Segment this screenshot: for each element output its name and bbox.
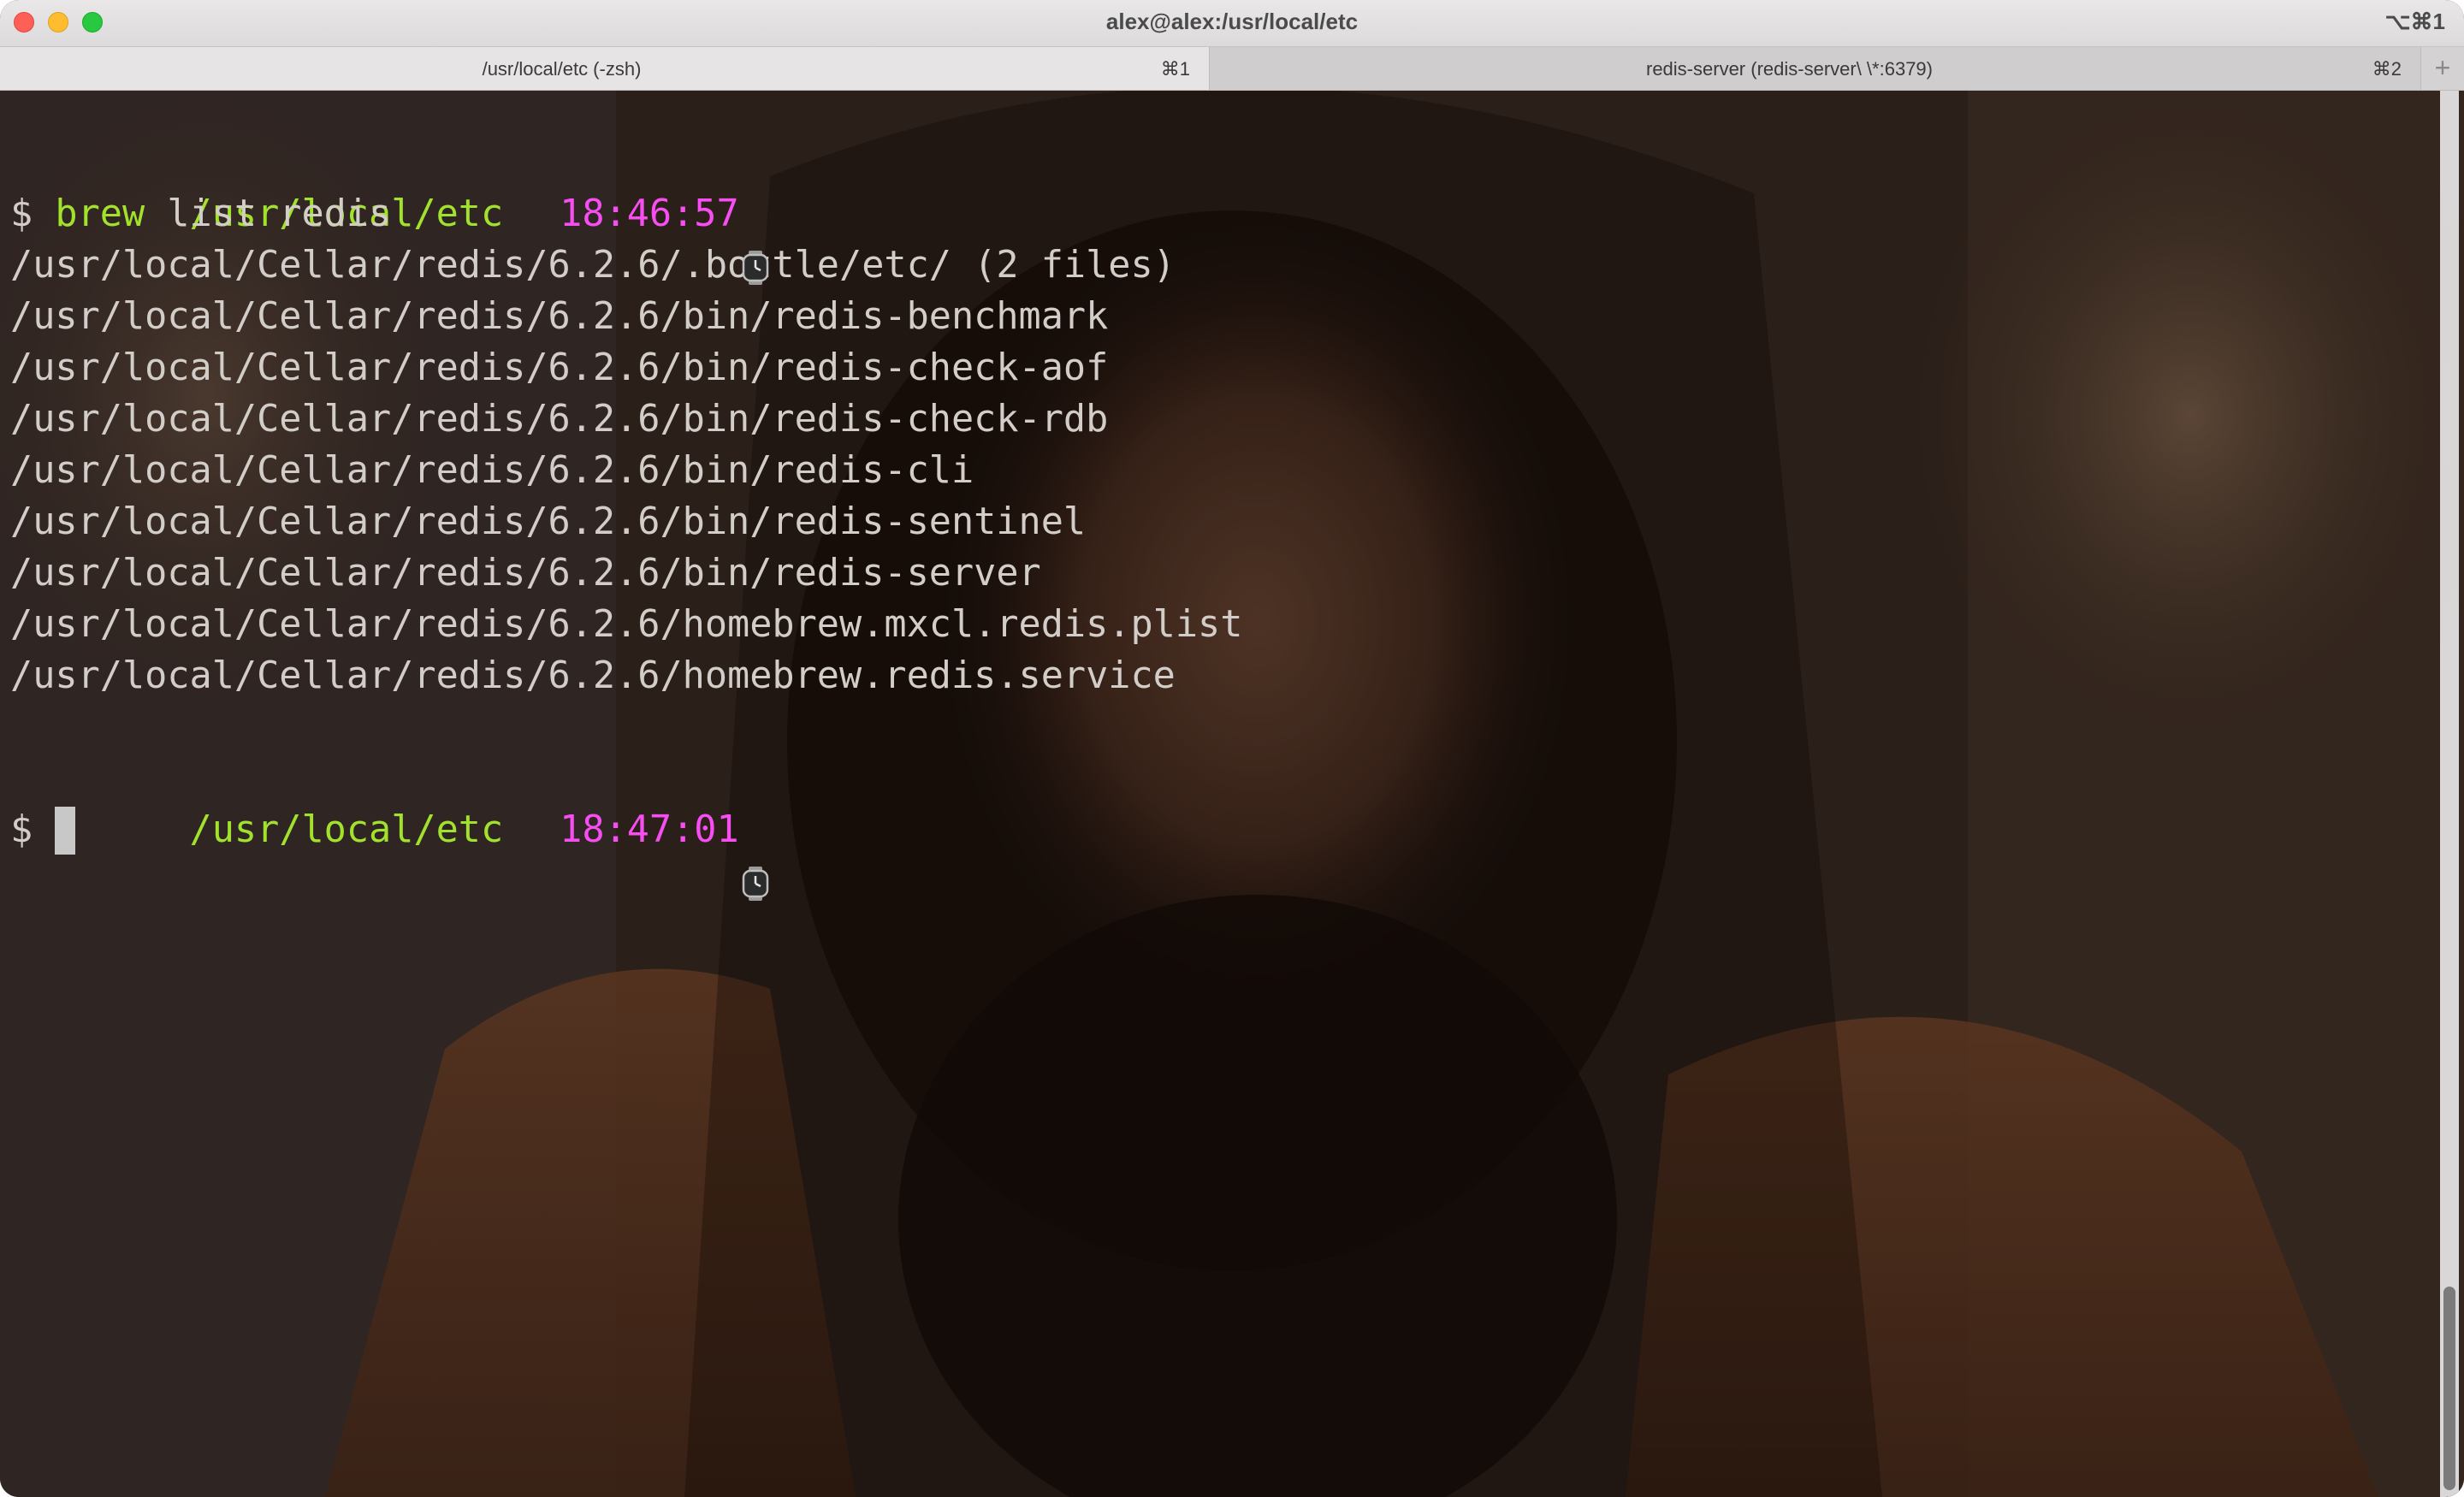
tab-redis-server[interactable]: redis-server (redis-server\ \*:6379) ⌘2: [1210, 47, 2421, 90]
terminal-lines: /usr/local/etc 18:46:57 $ brew list redi…: [10, 137, 1243, 901]
prompt-time: 18:47:01: [560, 808, 739, 851]
new-tab-button[interactable]: +: [2421, 47, 2464, 90]
title-bar[interactable]: alex@alex:/usr/local/etc ⌥⌘1: [0, 0, 2464, 47]
terminal-window: alex@alex:/usr/local/etc ⌥⌘1 /usr/local/…: [0, 0, 2464, 1497]
text-cursor: [55, 806, 76, 855]
prompt-line: /usr/local/etc 18:46:57: [10, 137, 1242, 285]
tab-shortcut: ⌘1: [1160, 58, 1190, 80]
output-line: /usr/local/Cellar/redis/6.2.6/homebrew.m…: [10, 603, 1243, 646]
output-line: /usr/local/Cellar/redis/6.2.6/bin/redis-…: [10, 346, 1109, 389]
window-title: alex@alex:/usr/local/etc: [1105, 9, 1359, 34]
watch-icon: [515, 812, 769, 901]
terminal-output-area[interactable]: /usr/local/etc 18:46:57 $ brew list redi…: [0, 91, 2464, 1497]
prompt-symbol: $: [10, 192, 33, 235]
tab-bar: /usr/local/etc (-zsh) ⌘1 redis-server (r…: [0, 47, 2464, 91]
tab-zsh[interactable]: /usr/local/etc (-zsh) ⌘1: [0, 47, 1210, 90]
tab-label: /usr/local/etc (-zsh): [482, 58, 642, 80]
scrollbar-thumb[interactable]: [2443, 1287, 2455, 1490]
window-shortcut: ⌥⌘1: [2384, 9, 2445, 34]
prompt-symbol: $: [10, 808, 33, 851]
output-line: /usr/local/Cellar/redis/6.2.6/homebrew.r…: [10, 654, 1176, 697]
output-line: /usr/local/Cellar/redis/6.2.6/bin/redis-…: [10, 552, 1041, 595]
prompt-path: /usr/local/etc: [189, 808, 504, 851]
command-args: list redis: [145, 192, 392, 235]
command-name: brew: [55, 192, 145, 235]
prompt-line: /usr/local/etc 18:47:01: [10, 753, 1242, 901]
output-line: /usr/local/Cellar/redis/6.2.6/bin/redis-…: [10, 500, 1087, 543]
output-line: /usr/local/Cellar/redis/6.2.6/bin/redis-…: [10, 449, 974, 492]
watch-icon: [515, 196, 769, 285]
output-line: /usr/local/Cellar/redis/6.2.6/bin/redis-…: [10, 398, 1109, 441]
tab-shortcut: ⌘2: [2372, 58, 2402, 80]
tab-label: redis-server (redis-server\ \*:6379): [1646, 58, 1933, 80]
prompt-time: 18:46:57: [560, 192, 739, 235]
